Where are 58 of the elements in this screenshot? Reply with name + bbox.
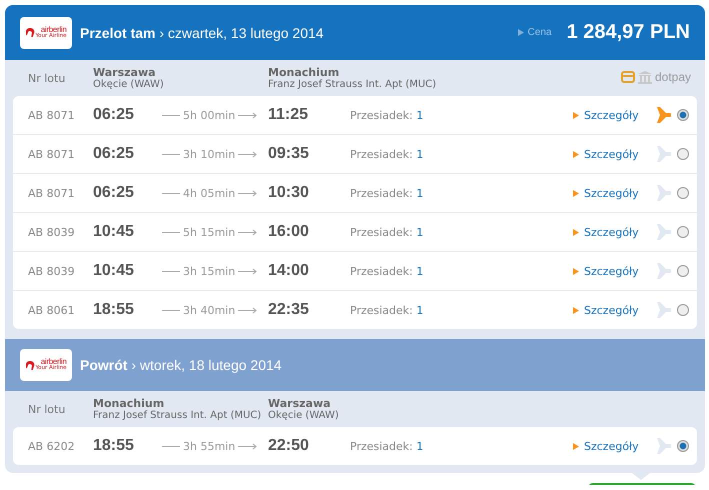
departure-time: 18:55: [93, 437, 135, 455]
departure-time: 10:45: [93, 223, 135, 241]
departure-time: 06:25: [93, 184, 135, 202]
arrival-time: 10:30: [268, 184, 310, 202]
arrival-time: 16:00: [268, 223, 310, 241]
city-name: Warszawa: [93, 66, 157, 79]
arrival-time: 22:35: [268, 301, 310, 319]
details-link[interactable]: Szczegóły: [573, 226, 639, 238]
details-link[interactable]: Szczegóły: [573, 186, 639, 200]
flight-number: AB 8071: [28, 186, 76, 200]
section-title: Przelot tam › czwartek, 13 lutego 2014: [80, 24, 325, 40]
transfers-info: Przesiadek: 1: [350, 148, 424, 160]
transfers-info: Przesiadek: 1: [350, 186, 424, 200]
price-label: Cena: [518, 27, 552, 38]
flight-number: AB 8061: [28, 304, 76, 316]
column-header: Nr lotu: [28, 402, 66, 416]
transfers-info: Przesiadek: 1: [350, 226, 424, 238]
flight-duration: 3h 10min: [183, 148, 236, 160]
city-name: Monachium: [93, 397, 166, 410]
departure-time: 06:25: [93, 145, 135, 163]
arrival-time: 09:35: [268, 145, 310, 163]
column-header: Nr lotu: [28, 72, 66, 84]
departure-time: 06:25: [93, 106, 135, 124]
arrival-time: 22:50: [268, 437, 310, 455]
transfers-info: Przesiadek: 1: [350, 304, 424, 316]
city-name: Monachium: [268, 66, 340, 79]
flight-number: AB 8039: [28, 264, 76, 278]
arrival-time: 14:00: [268, 262, 310, 280]
departure-time: 18:55: [93, 301, 135, 319]
departure-time: 10:45: [93, 262, 135, 280]
airport-name: Franz Josef Strauss Int. Apt (MUC): [268, 79, 438, 90]
flight-number: AB 8071: [28, 148, 76, 160]
city-name: Warszawa: [268, 397, 332, 410]
flight-duration: 3h 15min: [183, 264, 236, 278]
section-title: Powrót › wtorek, 18 lutego 2014: [80, 357, 283, 373]
transfers-info: Przesiadek: 1: [350, 264, 424, 278]
airport-name: Okęcie (WAW): [93, 79, 165, 90]
flight-number: AB 8071: [28, 108, 76, 122]
flight-number: AB 8039: [28, 226, 76, 238]
flight-number: AB 6202: [28, 440, 76, 452]
payment-logo: dotpay: [654, 70, 691, 84]
airport-name: Okęcie (WAW): [268, 410, 340, 421]
arrival-time: 11:25: [268, 106, 310, 124]
flight-duration: 5h 15min: [183, 226, 236, 238]
details-link[interactable]: Szczegóły: [573, 148, 639, 160]
transfers-info: Przesiadek: 1: [350, 108, 424, 122]
flight-duration: 4h 05min: [183, 186, 236, 200]
flight-duration: 3h 40min: [183, 304, 236, 316]
flight-duration: 5h 00min: [183, 108, 236, 122]
logo-wordmark: airberlin: [40, 26, 66, 34]
transfers-info: Przesiadek: 1: [350, 440, 424, 452]
details-link[interactable]: Szczegóły: [573, 304, 639, 316]
total-price: 1 284,97 PLN: [566, 21, 690, 44]
details-link[interactable]: Szczegóły: [573, 264, 639, 278]
airport-name: Franz Josef Strauss Int. Apt (MUC): [93, 410, 262, 421]
flight-duration: 3h 55min: [183, 440, 236, 452]
details-link[interactable]: Szczegóły: [573, 440, 639, 452]
details-link[interactable]: Szczegóły: [573, 108, 639, 122]
